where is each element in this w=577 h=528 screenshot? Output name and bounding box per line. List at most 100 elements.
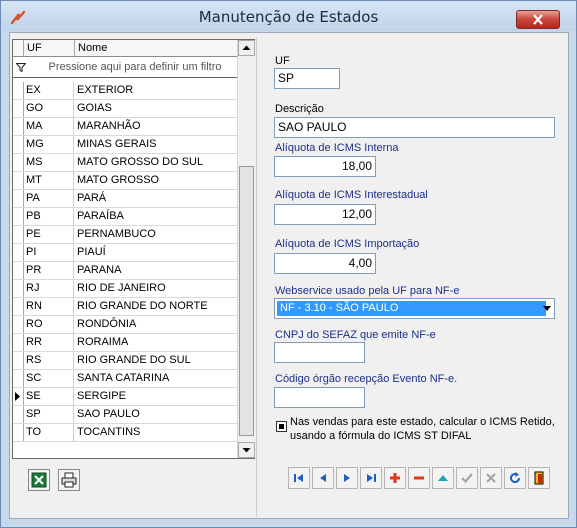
cell-nome[interactable]: SANTA CATARINA [75, 370, 237, 387]
delete-record-button[interactable] [408, 467, 430, 489]
first-icon [294, 474, 303, 482]
icms-interna-input[interactable]: 18,00 [274, 156, 376, 177]
scroll-up-button[interactable] [238, 40, 255, 56]
cell-nome[interactable]: MATO GROSSO [75, 172, 237, 189]
filter-row[interactable]: Pressione aqui para definir um filtro [13, 57, 237, 78]
column-header-nome[interactable]: Nome [75, 40, 237, 56]
icms-retido-checkbox[interactable] [276, 421, 287, 432]
icms-interestadual-input[interactable]: 12,00 [274, 204, 376, 225]
grid-scrollbar[interactable] [237, 40, 255, 458]
table-row[interactable]: MG MINAS GERAIS [13, 136, 237, 154]
left-panel: UF Nome Pressione aqui para definir um f… [11, 37, 257, 517]
cell-uf[interactable]: RN [24, 298, 74, 315]
cell-nome[interactable]: SAO PAULO [75, 406, 237, 423]
table-row[interactable]: RO RONDÔNIA [13, 316, 237, 334]
table-row[interactable]: GO GOIAS [13, 100, 237, 118]
cell-nome[interactable]: PARAÍBA [75, 208, 237, 225]
last-record-button[interactable] [360, 467, 382, 489]
cell-nome[interactable]: PIAUÍ [75, 244, 237, 261]
next-record-button[interactable] [336, 467, 358, 489]
table-row[interactable]: RJ RIO DE JANEIRO [13, 280, 237, 298]
codigo-orgao-input[interactable] [274, 387, 365, 408]
cell-uf[interactable]: SC [24, 370, 74, 387]
chevron-down-icon[interactable] [543, 306, 551, 311]
edit-record-button[interactable] [432, 467, 454, 489]
descricao-input[interactable]: SAO PAULO [274, 117, 555, 138]
insert-record-button[interactable] [384, 467, 406, 489]
cell-nome[interactable]: RIO GRANDE DO SUL [75, 352, 237, 369]
column-header-uf[interactable]: UF [24, 40, 75, 56]
icms-importacao-input[interactable]: 4,00 [274, 253, 376, 274]
table-row[interactable]: SP SAO PAULO [13, 406, 237, 424]
table-row[interactable]: RS RIO GRANDE DO SUL [13, 352, 237, 370]
row-indicator [13, 190, 24, 207]
table-row[interactable]: EX EXTERIOR [13, 82, 237, 100]
table-row[interactable]: PR PARANA [13, 262, 237, 280]
cell-nome[interactable]: GOIAS [75, 100, 237, 117]
cell-nome[interactable]: PARÁ [75, 190, 237, 207]
cell-nome[interactable]: PARANA [75, 262, 237, 279]
cell-uf[interactable]: EX [24, 82, 74, 99]
cell-uf[interactable]: SE [24, 388, 74, 405]
cell-uf[interactable]: GO [24, 100, 74, 117]
cell-uf[interactable]: SP [24, 406, 74, 423]
table-row[interactable]: RR RORAIMA [13, 334, 237, 352]
cell-uf[interactable]: PB [24, 208, 74, 225]
cell-nome[interactable]: RIO GRANDE DO NORTE [75, 298, 237, 315]
cell-nome[interactable]: EXTERIOR [75, 82, 237, 99]
cnpj-sefaz-input[interactable] [274, 342, 365, 363]
cell-uf[interactable]: MA [24, 118, 74, 135]
cell-nome[interactable]: RIO DE JANEIRO [75, 280, 237, 297]
cell-uf[interactable]: PE [24, 226, 74, 243]
cancel-edit-button[interactable] [480, 467, 502, 489]
post-record-button[interactable] [456, 467, 478, 489]
cell-nome[interactable]: MARANHÃO [75, 118, 237, 135]
cell-uf[interactable]: MS [24, 154, 74, 171]
cell-uf[interactable]: RO [24, 316, 74, 333]
print-button[interactable] [58, 469, 80, 491]
table-row[interactable]: RN RIO GRANDE DO NORTE [13, 298, 237, 316]
excel-export-button[interactable] [28, 469, 50, 491]
table-row[interactable]: PA PARÁ [13, 190, 237, 208]
cell-uf[interactable]: MT [24, 172, 74, 189]
scroll-thumb[interactable] [239, 166, 254, 436]
descricao-label: Descrição [275, 103, 324, 115]
cell-nome[interactable]: RONDÔNIA [75, 316, 237, 333]
cell-nome[interactable]: TOCANTINS [75, 424, 237, 441]
icms-retido-label-line1[interactable]: Nas vendas para este estado, calcular o … [290, 416, 555, 428]
table-row[interactable]: MA MARANHÃO [13, 118, 237, 136]
table-row[interactable]: PE PERNAMBUCO [13, 226, 237, 244]
table-row[interactable]: TO TOCANTINS [13, 424, 237, 442]
cell-nome[interactable]: PERNAMBUCO [75, 226, 237, 243]
cell-uf[interactable]: RS [24, 352, 74, 369]
cell-uf[interactable]: MG [24, 136, 74, 153]
cell-nome[interactable]: MATO GROSSO DO SUL [75, 154, 237, 171]
first-record-button[interactable] [288, 467, 310, 489]
table-row[interactable]: SE SERGIPE [13, 388, 237, 406]
prior-record-button[interactable] [312, 467, 334, 489]
states-grid[interactable]: UF Nome Pressione aqui para definir um f… [12, 39, 255, 459]
table-row[interactable]: SC SANTA CATARINA [13, 370, 237, 388]
icms-retido-label-line2[interactable]: usando a fórmula do ICMS ST DIFAL [290, 430, 471, 442]
table-row[interactable]: PI PIAUÍ [13, 244, 237, 262]
cell-uf[interactable]: RR [24, 334, 74, 351]
cell-uf[interactable]: TO [24, 424, 74, 441]
uf-input[interactable]: SP [274, 68, 340, 89]
form-panel: UF SP Descrição SAO PAULO Alíquota de IC… [261, 37, 567, 515]
table-row[interactable]: MS MATO GROSSO DO SUL [13, 154, 237, 172]
table-row[interactable]: MT MATO GROSSO [13, 172, 237, 190]
main-window: Manutenção de Estados UF Nome Pressione [0, 0, 577, 528]
refresh-button[interactable] [504, 467, 526, 489]
cell-uf[interactable]: PR [24, 262, 74, 279]
webservice-select[interactable]: NF - 3.10 - SÃO PAULO [274, 298, 555, 319]
cell-uf[interactable]: RJ [24, 280, 74, 297]
close-button[interactable] [516, 10, 560, 29]
exit-button[interactable] [528, 467, 550, 489]
cell-nome[interactable]: SERGIPE [75, 388, 237, 405]
cell-uf[interactable]: PI [24, 244, 74, 261]
cell-nome[interactable]: MINAS GERAIS [75, 136, 237, 153]
table-row[interactable]: PB PARAÍBA [13, 208, 237, 226]
scroll-down-button[interactable] [238, 442, 255, 458]
cell-uf[interactable]: PA [24, 190, 74, 207]
cell-nome[interactable]: RORAIMA [75, 334, 237, 351]
